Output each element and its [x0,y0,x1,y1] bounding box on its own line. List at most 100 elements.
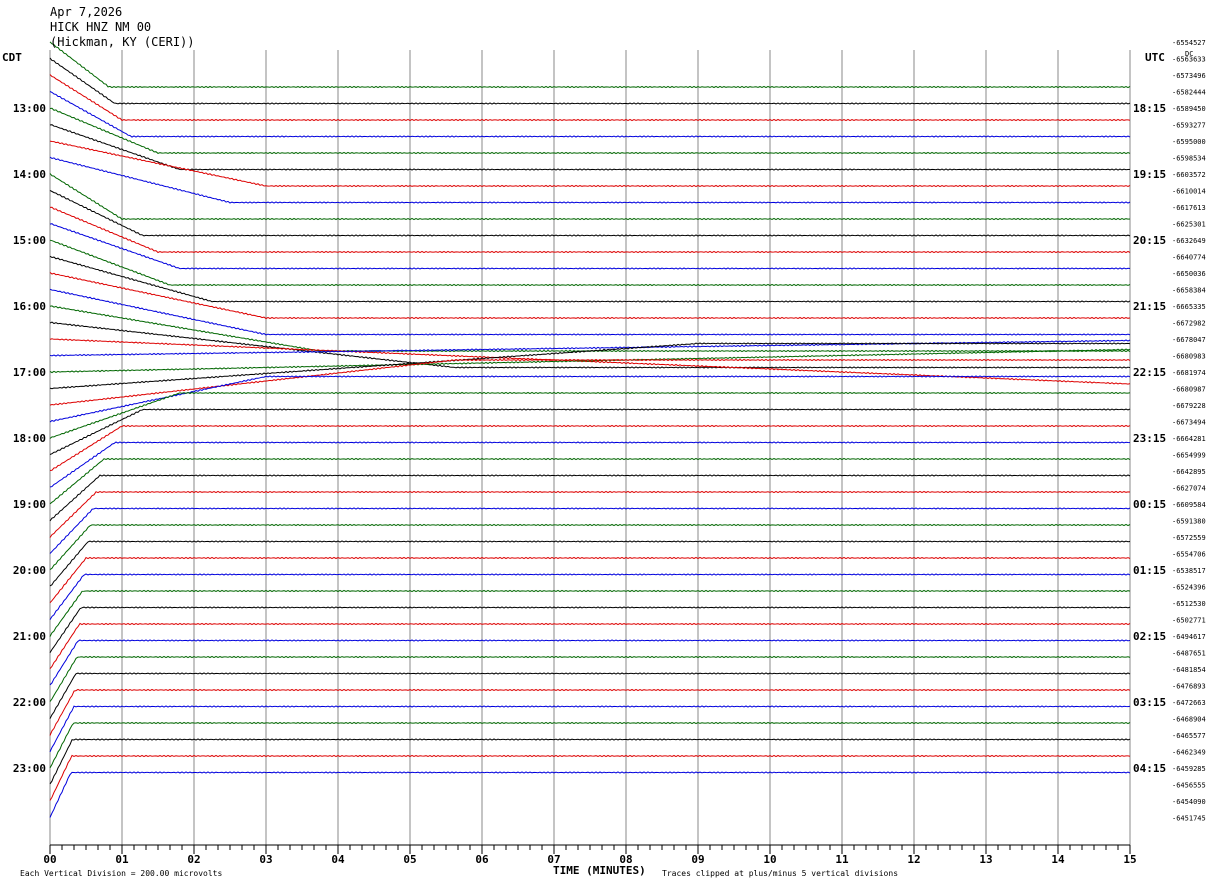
seismic-traces [49,41,1131,818]
x-tick-label: 13 [979,853,992,866]
seismic-trace [49,375,1131,423]
dc-offset-label: -6487651 [1172,650,1206,658]
dc-offset-label: -6512530 [1172,600,1206,608]
seismic-trace [49,655,1131,702]
dc-offset-label: -6617613 [1172,204,1206,212]
x-tick-label: 04 [331,853,345,866]
left-hour-label: 21:00 [13,630,46,643]
helicorder-plot: 00 01 02 03 04 05 06 07 08 09 10 11 12 13 14 15-6554527… [2,5,1206,878]
dc-offset-label: -6589450 [1172,105,1206,113]
dc-offset-label: -6610014 [1172,188,1206,196]
clip-note: Traces clipped at plus/minus 5 vertical … [662,869,898,878]
left-axis-title: CDT [2,51,22,64]
header-date: Apr 7,2026 [50,5,122,19]
seismic-trace [49,721,1131,769]
seismic-trace [49,771,1131,818]
left-hour-label: 18:00 [13,432,46,445]
dc-offset-label: -6465577 [1172,732,1206,740]
seismic-trace [49,57,1131,105]
header-location: (Hickman, KY (CERI)) [50,35,195,49]
axis-labels: 00 01 02 03 04 05 06 07 08 09 10 11 12 13 14 15-6554527… [13,39,1206,866]
seismic-trace [49,358,1131,406]
dc-offset-label: -6632649 [1172,237,1206,245]
x-axis-title: TIME (MINUTES) [553,864,646,877]
dc-offset-label: -6627074 [1172,485,1206,493]
dc-offset-label: -6476893 [1172,683,1206,691]
seismic-trace [49,738,1131,785]
right-hour-label: 02:15 [1133,630,1166,643]
dc-offset-label: -6554706 [1172,551,1206,559]
seismic-trace [49,523,1131,571]
dc-offset-label: -6538517 [1172,567,1206,575]
seismic-trace [49,540,1131,587]
header-station: HICK HNZ NM 00 [50,20,151,34]
seismic-trace [49,239,1131,287]
left-hour-label: 17:00 [13,366,46,379]
x-tick-label: 00 [43,853,56,866]
seismic-trace [49,223,1131,270]
seismic-trace [49,189,1131,237]
dc-offset-label: -6591380 [1172,518,1206,526]
right-hour-label: 22:15 [1133,366,1166,379]
seismic-trace [49,606,1131,654]
dc-offset-label: -6640774 [1172,254,1206,262]
dc-offset-label: -6456555 [1172,782,1206,790]
right-hour-label: 21:15 [1133,300,1166,313]
left-hour-label: 15:00 [13,234,46,247]
x-tick-label: 10 [763,853,776,866]
seismic-trace [49,206,1131,254]
right-hour-label: 01:15 [1133,564,1166,577]
left-hour-label: 16:00 [13,300,46,313]
seismic-trace [49,589,1131,637]
dc-offset-label: -6595000 [1172,138,1206,146]
dc-offset-label: -6673494 [1172,419,1206,427]
dc-offset-label: -6603572 [1172,171,1206,179]
left-hour-label: 20:00 [13,564,46,577]
x-tick-label: 02 [187,853,200,866]
dc-offset-label: -6459285 [1172,765,1206,773]
x-tick-label: 14 [1051,853,1065,866]
dc-offset-label: -6502771 [1172,617,1206,625]
seismic-trace [49,272,1131,320]
left-hour-label: 23:00 [13,762,46,775]
dc-offset-label: -6472663 [1172,699,1206,707]
seismic-trace [49,342,1131,390]
dc-offset-label: -6650036 [1172,270,1206,278]
x-tick-label: 12 [907,853,920,866]
seismic-trace [49,424,1131,471]
seismic-trace [49,705,1131,753]
dc-offset-label: -6609584 [1172,501,1206,509]
seismic-trace [49,441,1131,488]
dc-offset-label: -6494617 [1172,633,1206,641]
right-hour-label: 03:15 [1133,696,1166,709]
left-hour-label: 22:00 [13,696,46,709]
seismic-trace [49,556,1131,604]
seismic-trace [49,391,1131,439]
left-hour-label: 13:00 [13,102,46,115]
seismic-trace [49,41,1131,89]
seismic-trace [49,156,1131,204]
dc-offset-label: -6680987 [1172,386,1206,394]
dc-offset-label: -6658384 [1172,287,1206,295]
dc-offset-label: -6665335 [1172,303,1206,311]
seismic-trace [49,140,1131,188]
dc-offset-label: -6664281 [1172,435,1206,443]
dc-offset-label: -6598534 [1172,155,1206,163]
seismic-trace [49,305,1131,353]
seismic-trace [49,124,1131,171]
dc-offset-label: -6454090 [1172,798,1206,806]
seismic-trace [49,91,1131,138]
dc-offset-label: -6524396 [1172,584,1206,592]
seismic-trace [49,457,1131,505]
dc-offset-label: -6468904 [1172,716,1206,724]
dc-offset-label: -6451745 [1172,815,1206,823]
seismic-trace [49,173,1131,221]
seismic-trace [49,507,1131,554]
seismic-trace [49,672,1131,719]
seismic-trace [49,255,1131,303]
seismic-trace [49,408,1131,455]
x-tick-label: 06 [475,853,489,866]
right-hour-label: 20:15 [1133,234,1166,247]
seismic-trace [49,639,1131,686]
left-hour-label: 14:00 [13,168,46,181]
